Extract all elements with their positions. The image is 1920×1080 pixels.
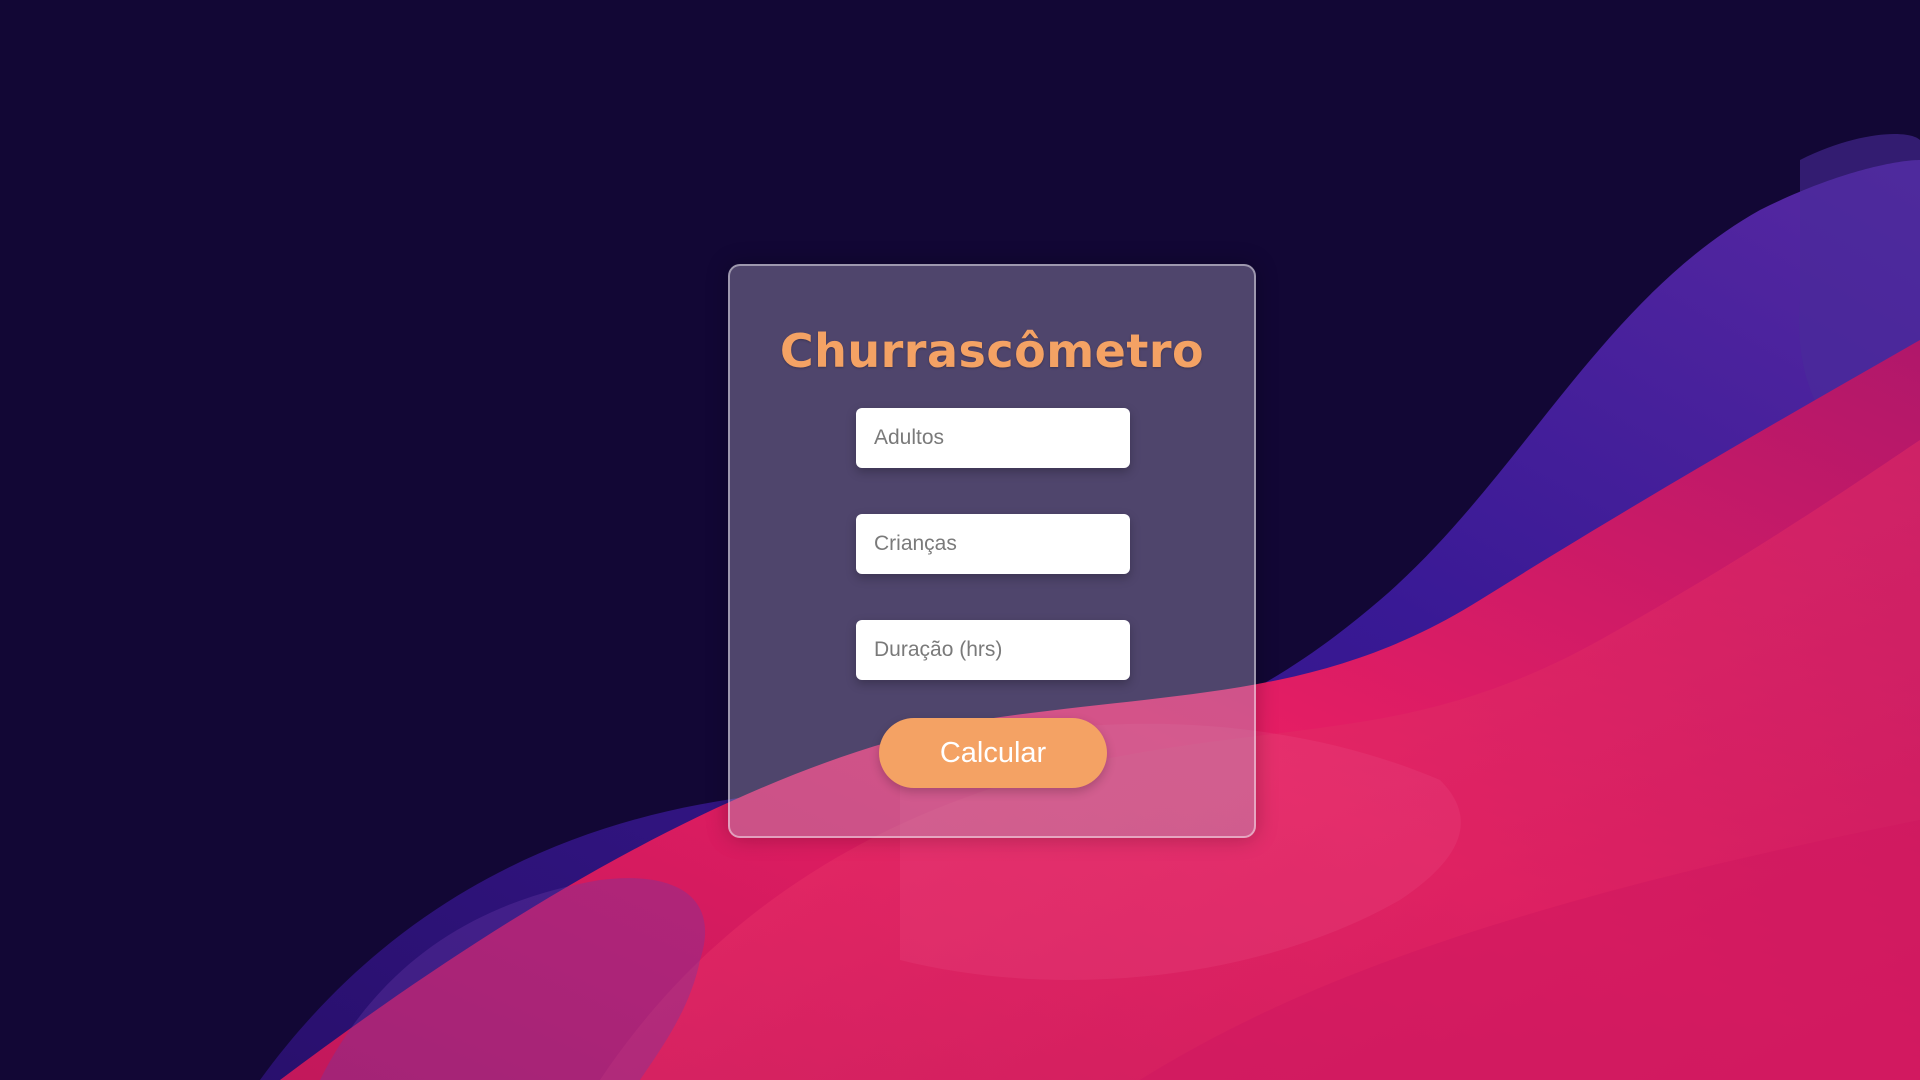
calculator-card: Churrascômetro Calcular	[728, 264, 1256, 838]
page-background: Churrascômetro Calcular	[0, 0, 1920, 1080]
criancas-input[interactable]	[856, 514, 1130, 574]
duracao-input[interactable]	[856, 620, 1130, 680]
calcular-button[interactable]: Calcular	[879, 718, 1107, 788]
app-title: Churrascômetro	[779, 324, 1205, 378]
adultos-input[interactable]	[856, 408, 1130, 468]
